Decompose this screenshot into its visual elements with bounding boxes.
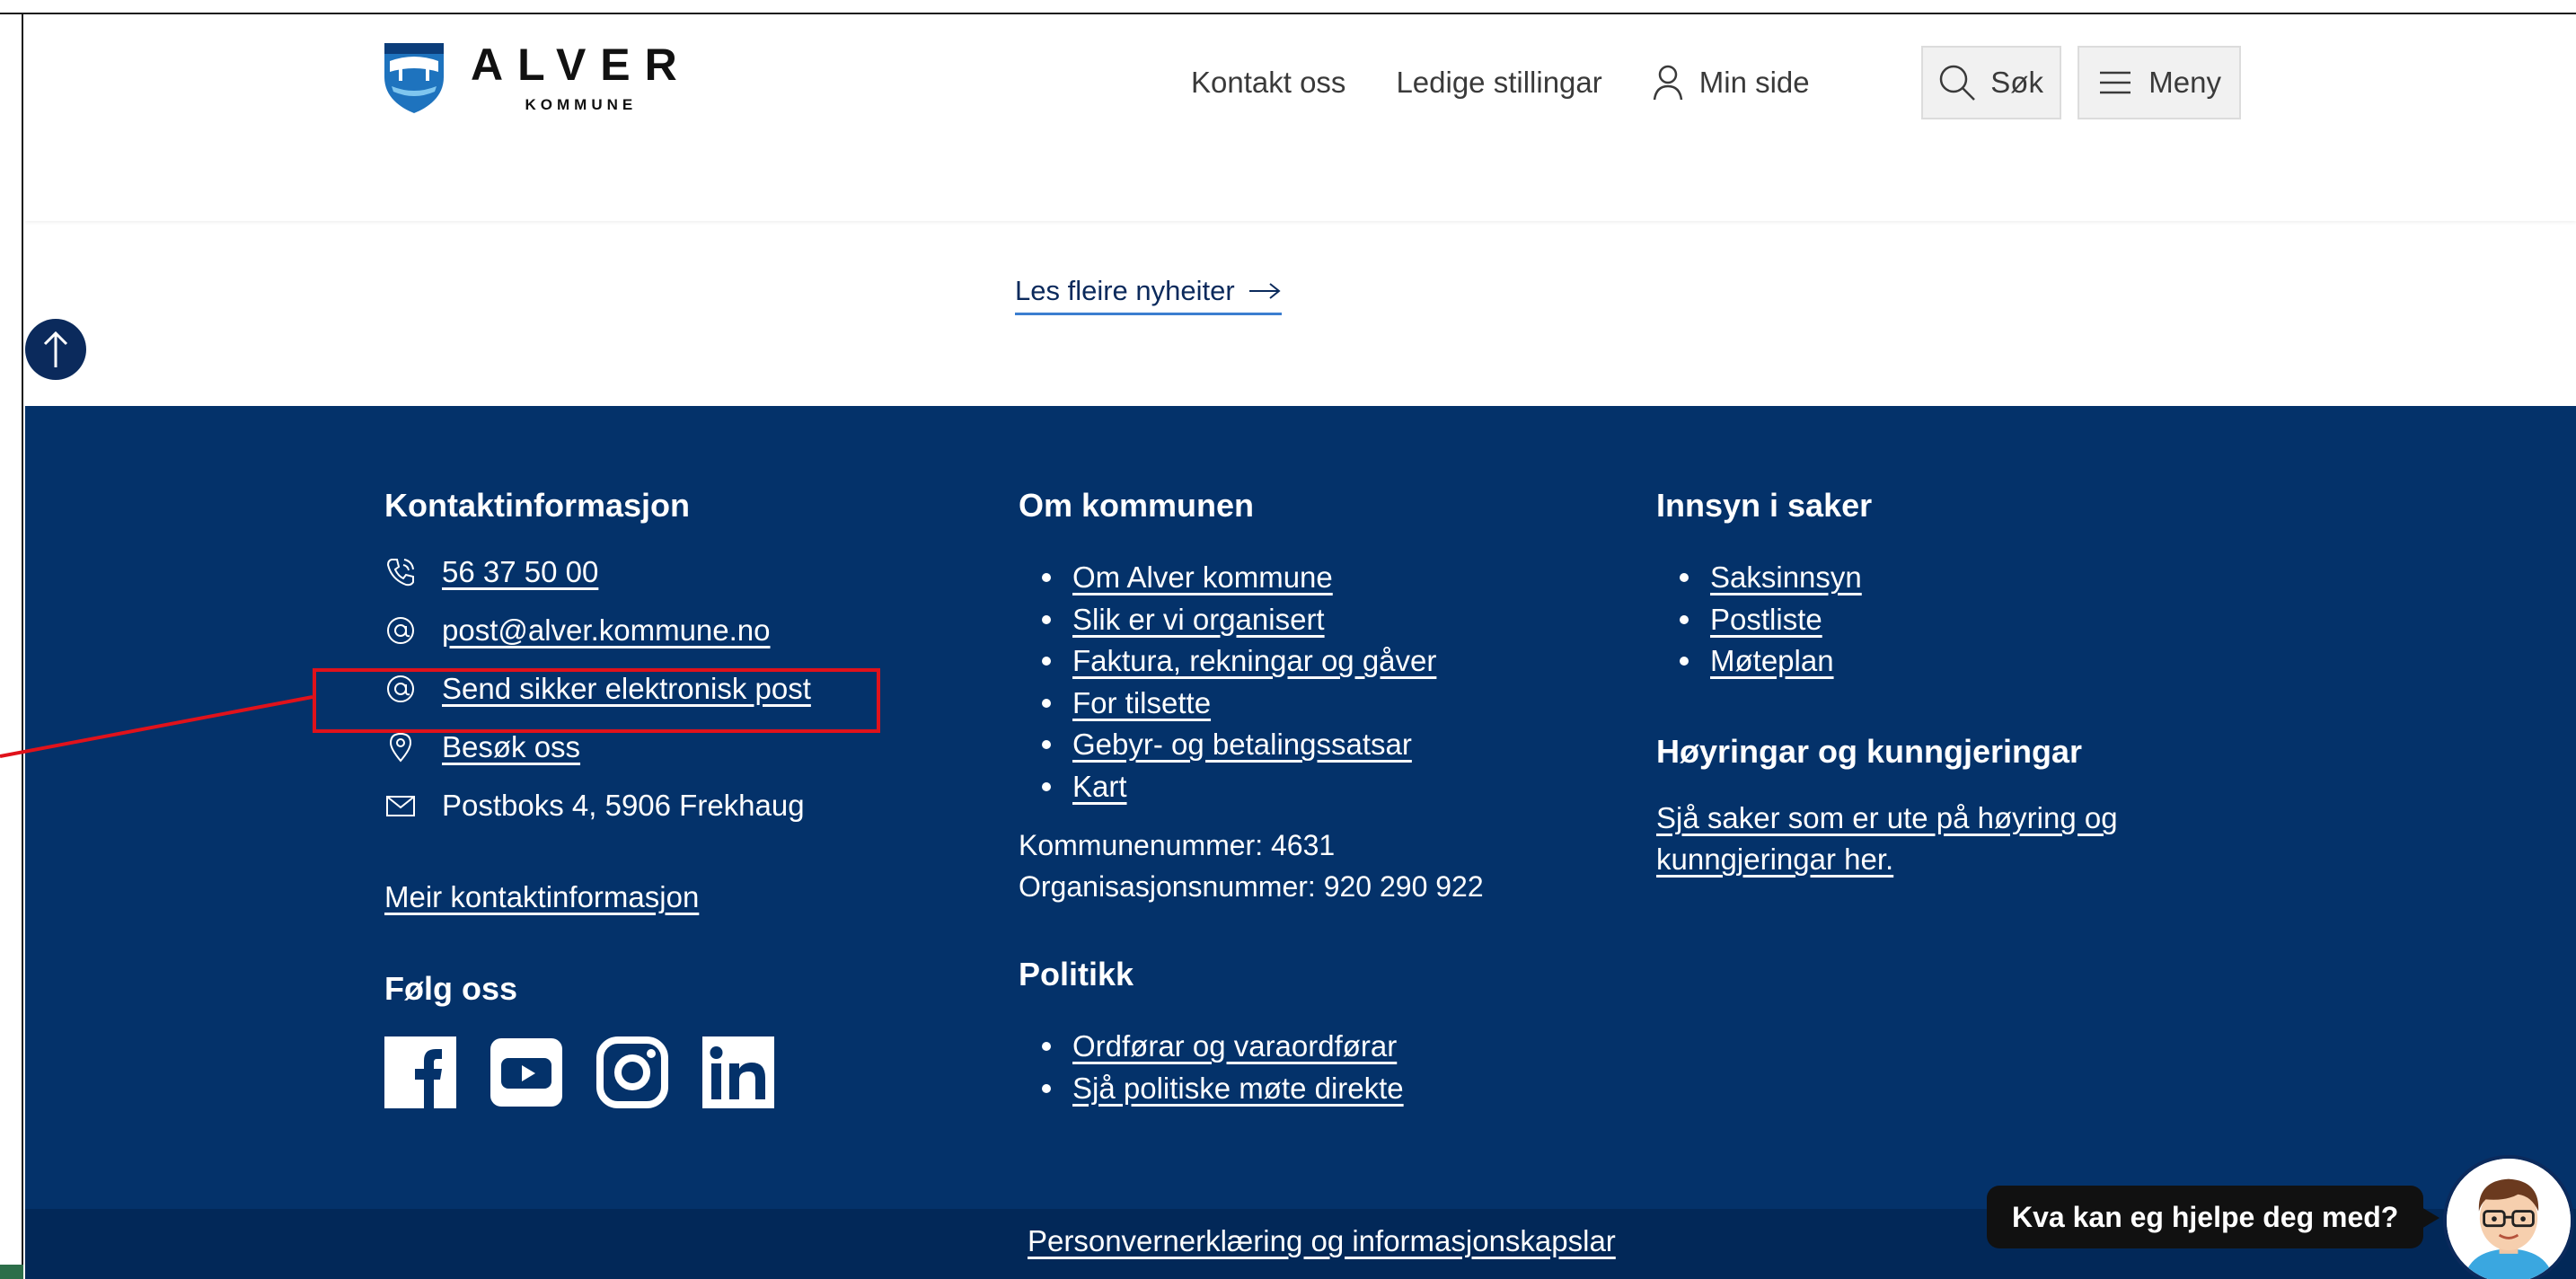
window-top-border xyxy=(0,0,2576,14)
more-contact-link[interactable]: Meir kontaktinformasjon xyxy=(384,880,699,914)
window-left-border xyxy=(0,14,23,1279)
hamburger-icon xyxy=(2100,71,2131,94)
organisert-link[interactable]: Slik er vi organisert xyxy=(1072,599,1325,641)
faktura-link[interactable]: Faktura, rekningar og gåver xyxy=(1072,640,1436,683)
visit-row: Besøk oss xyxy=(384,730,580,764)
innsyn-title: Innsyn i saker xyxy=(1656,487,1873,524)
facebook-icon[interactable] xyxy=(384,1036,456,1108)
min-side-label: Min side xyxy=(1698,66,1810,99)
address-row: Postboks 4, 5906 Frekhaug xyxy=(384,789,805,823)
arrow-up-icon xyxy=(43,331,68,367)
min-side-link[interactable]: Min side xyxy=(1653,65,1810,101)
more-contact-row: Meir kontaktinformasjon xyxy=(384,880,699,914)
chat-assistant-avatar[interactable] xyxy=(2443,1155,2574,1279)
list-item: Ordførar og varaordførar xyxy=(1019,1026,1404,1068)
logo-wordmark: ALVER xyxy=(471,40,692,90)
search-button[interactable]: Søk xyxy=(1920,46,2061,119)
politics-links: Ordførar og varaordførar Sjå politiske m… xyxy=(1019,1026,1404,1109)
hoyring-title: Høyringar og kunngjeringar xyxy=(1656,733,2083,770)
corner-accent xyxy=(0,1265,23,1279)
menu-label: Meny xyxy=(2148,66,2221,99)
list-item: Sjå politiske møte direkte xyxy=(1019,1068,1404,1110)
alver-logo[interactable]: ALVER KOMMUNE xyxy=(383,41,692,115)
arrow-right-icon xyxy=(1248,283,1281,299)
tilsette-link[interactable]: For tilsette xyxy=(1072,683,1211,725)
chat-prompt-bubble[interactable]: Kva kan eg hjelpe deg med? xyxy=(1987,1186,2440,1248)
list-item: For tilsette xyxy=(1019,683,1436,725)
hoyring-link-text[interactable]: Sjå saker som er ute på høyring og xyxy=(1656,801,2118,834)
innsyn-links: Saksinnsyn Postliste Møteplan xyxy=(1656,557,1862,683)
logo-subtitle: KOMMUNE xyxy=(525,96,638,113)
top-nav: Kontakt oss Ledige stillingar Min side S… xyxy=(1191,46,2241,119)
nav-kontakt-link[interactable]: Kontakt oss xyxy=(1191,66,1345,100)
highlight-box xyxy=(313,668,880,733)
instagram-icon[interactable] xyxy=(596,1036,668,1108)
scroll-to-top-button[interactable] xyxy=(25,319,86,380)
assistant-avatar-icon xyxy=(2447,1159,2571,1279)
list-item: Kart xyxy=(1019,766,1436,808)
hoyring-link-line1[interactable]: Sjå saker som er ute på høyring og xyxy=(1656,798,2118,839)
linkedin-icon[interactable] xyxy=(702,1036,774,1108)
more-news-label: Les fleire nyheiter xyxy=(1015,275,1235,306)
email-link[interactable]: post@alver.kommune.no xyxy=(442,613,771,648)
politiske-mote-link[interactable]: Sjå politiske møte direkte xyxy=(1072,1068,1404,1110)
contact-title: Kontaktinformasjon xyxy=(384,487,691,524)
site-footer: Kontaktinformasjon 56 37 50 00 post@alve… xyxy=(25,406,2576,1209)
chat-prompt-text: Kva kan eg hjelpe deg med? xyxy=(2012,1200,2399,1233)
location-pin-icon xyxy=(389,732,412,763)
visit-link[interactable]: Besøk oss xyxy=(442,730,580,764)
politics-title: Politikk xyxy=(1019,956,1134,992)
list-item: Slik er vi organisert xyxy=(1019,599,1436,641)
hoyring-link-text[interactable]: kunngjeringar her. xyxy=(1656,842,1893,876)
search-label: Søk xyxy=(1990,66,2043,99)
om-alver-link[interactable]: Om Alver kommune xyxy=(1072,557,1333,599)
youtube-icon[interactable] xyxy=(490,1036,562,1108)
kommunenummer: Kommunenummer: 4631 xyxy=(1019,829,1336,861)
phone-icon xyxy=(386,559,414,587)
moteplan-link[interactable]: Møteplan xyxy=(1710,640,1834,683)
more-news-link[interactable]: Les fleire nyheiter xyxy=(1015,275,1282,315)
email-row: post@alver.kommune.no xyxy=(384,613,771,648)
at-sign-icon xyxy=(387,617,414,644)
postliste-link[interactable]: Postliste xyxy=(1710,599,1822,641)
menu-button[interactable]: Meny xyxy=(2077,46,2241,119)
shield-logo-icon xyxy=(384,43,444,113)
list-item: Om Alver kommune xyxy=(1019,557,1436,599)
envelope-icon xyxy=(386,796,415,816)
organisasjonsnummer: Organisasjonsnummer: 920 290 922 xyxy=(1019,870,1484,903)
gebyr-link[interactable]: Gebyr- og betalingssatsar xyxy=(1072,724,1412,766)
nav-stillingar-link[interactable]: Ledige stillingar xyxy=(1396,66,1601,100)
privacy-link[interactable]: Personvernerklæring og informasjonskapsl… xyxy=(1028,1224,1616,1258)
social-links xyxy=(384,1036,774,1108)
about-title: Om kommunen xyxy=(1019,487,1255,524)
search-icon xyxy=(1940,65,1976,101)
saksinnsyn-link[interactable]: Saksinnsyn xyxy=(1710,557,1862,599)
ordforar-link[interactable]: Ordførar og varaordførar xyxy=(1072,1026,1397,1068)
user-icon xyxy=(1653,65,1682,101)
follow-title: Følg oss xyxy=(384,970,518,1007)
list-item: Møteplan xyxy=(1656,640,1862,683)
list-item: Gebyr- og betalingssatsar xyxy=(1019,724,1436,766)
phone-row: 56 37 50 00 xyxy=(384,555,598,589)
list-item: Postliste xyxy=(1656,599,1862,641)
about-links: Om Alver kommune Slik er vi organisert F… xyxy=(1019,557,1436,807)
site-header: ALVER KOMMUNE Kontakt oss Ledige stillin… xyxy=(25,16,2576,221)
phone-link[interactable]: 56 37 50 00 xyxy=(442,555,598,589)
list-item: Faktura, rekningar og gåver xyxy=(1019,640,1436,683)
list-item: Saksinnsyn xyxy=(1656,557,1862,599)
kart-link[interactable]: Kart xyxy=(1072,766,1127,808)
postal-address: Postboks 4, 5906 Frekhaug xyxy=(442,789,805,822)
hoyring-link-line2[interactable]: kunngjeringar her. xyxy=(1656,839,1893,880)
